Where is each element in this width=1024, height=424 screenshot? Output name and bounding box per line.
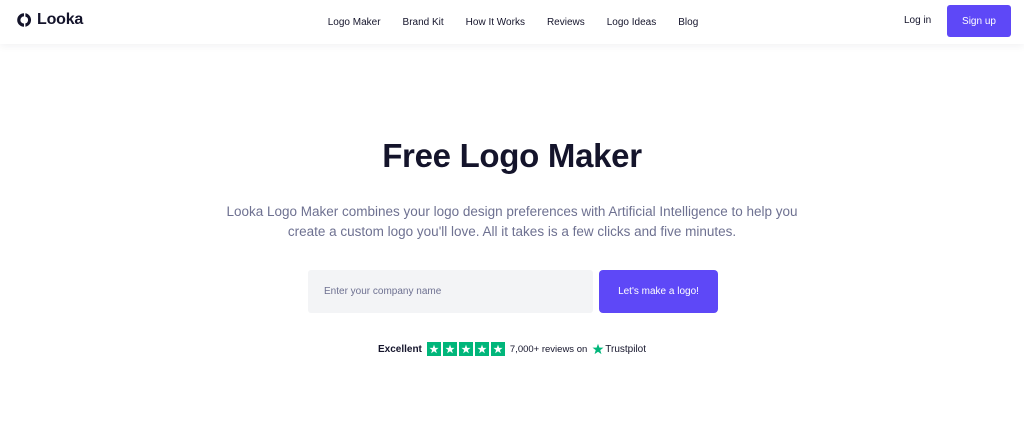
rating-star-icon bbox=[474, 342, 489, 356]
company-name-form: Let's make a logo! bbox=[308, 270, 718, 313]
nav-item-reviews[interactable]: Reviews bbox=[547, 17, 585, 28]
reviews-count: 7,000+ reviews on bbox=[509, 343, 588, 355]
hero-subtitle: Looka Logo Maker combines your logo desi… bbox=[212, 202, 812, 242]
page-title: Free Logo Maker bbox=[382, 137, 642, 174]
top-navbar: Looka Logo Maker Brand Kit How It Works … bbox=[0, 0, 1024, 44]
trustpilot-name: Trustpilot bbox=[605, 343, 647, 355]
hero-subtitle-line-1: Looka Logo Maker combines your logo desi… bbox=[226, 204, 798, 219]
hero-subtitle-line-2: create a custom logo you'll love. All it… bbox=[287, 224, 737, 239]
trustpilot-brand: Trustpilot bbox=[592, 343, 646, 355]
brand-logo-link[interactable]: Looka bbox=[16, 11, 83, 29]
looka-logo-icon bbox=[17, 13, 32, 27]
hero-section: Free Logo Maker Looka Logo Maker combine… bbox=[0, 44, 1024, 424]
main-nav: Logo Maker Brand Kit How It Works Review… bbox=[0, 0, 1024, 44]
rating-star-icon bbox=[442, 342, 457, 356]
rating-star-icon bbox=[426, 342, 441, 356]
login-link[interactable]: Log in bbox=[904, 15, 931, 26]
company-name-input[interactable] bbox=[308, 270, 593, 313]
brand-name: Looka bbox=[37, 11, 84, 28]
rating-star-icon bbox=[490, 342, 505, 356]
signup-button[interactable]: Sign up bbox=[947, 5, 1011, 37]
nav-item-blog[interactable]: Blog bbox=[678, 17, 698, 28]
nav-item-how-it-works[interactable]: How It Works bbox=[466, 17, 525, 28]
rating-star-icon bbox=[458, 342, 473, 356]
make-logo-button[interactable]: Let's make a logo! bbox=[599, 270, 718, 313]
nav-item-brand-kit[interactable]: Brand Kit bbox=[403, 17, 444, 28]
nav-item-logo-ideas[interactable]: Logo Ideas bbox=[607, 17, 657, 28]
rating-label: Excellent bbox=[377, 343, 422, 355]
nav-item-logo-maker[interactable]: Logo Maker bbox=[328, 17, 381, 28]
trustpilot-star-icon bbox=[592, 343, 604, 355]
nav-links: Logo Maker Brand Kit How It Works Review… bbox=[328, 17, 699, 28]
trustpilot-widget[interactable]: Excellent 7,000+ reviews on Trustpilot bbox=[0, 342, 1024, 356]
star-rating bbox=[426, 342, 505, 356]
